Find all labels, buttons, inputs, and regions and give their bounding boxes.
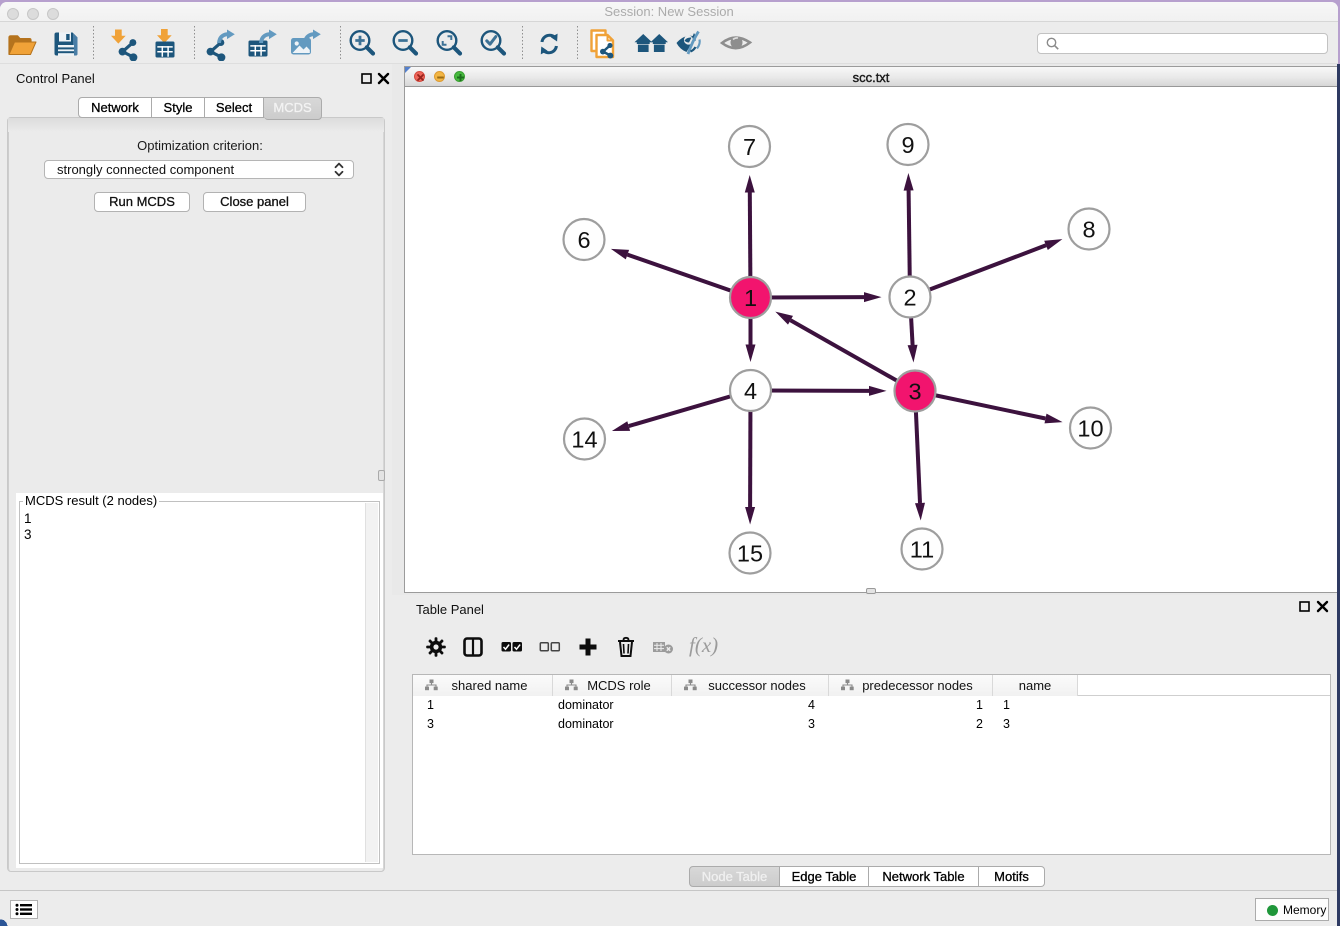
svg-text:2: 2 xyxy=(903,285,916,311)
svg-text:10: 10 xyxy=(1077,416,1103,442)
svg-text:14: 14 xyxy=(571,427,597,453)
svg-text:15: 15 xyxy=(737,541,763,567)
svg-text:4: 4 xyxy=(744,378,757,404)
svg-text:6: 6 xyxy=(577,227,590,253)
svg-text:1: 1 xyxy=(744,285,757,311)
svg-text:3: 3 xyxy=(908,379,921,405)
svg-text:9: 9 xyxy=(901,132,914,158)
svg-text:11: 11 xyxy=(910,537,934,563)
svg-text:8: 8 xyxy=(1082,217,1095,243)
svg-text:7: 7 xyxy=(743,134,756,160)
